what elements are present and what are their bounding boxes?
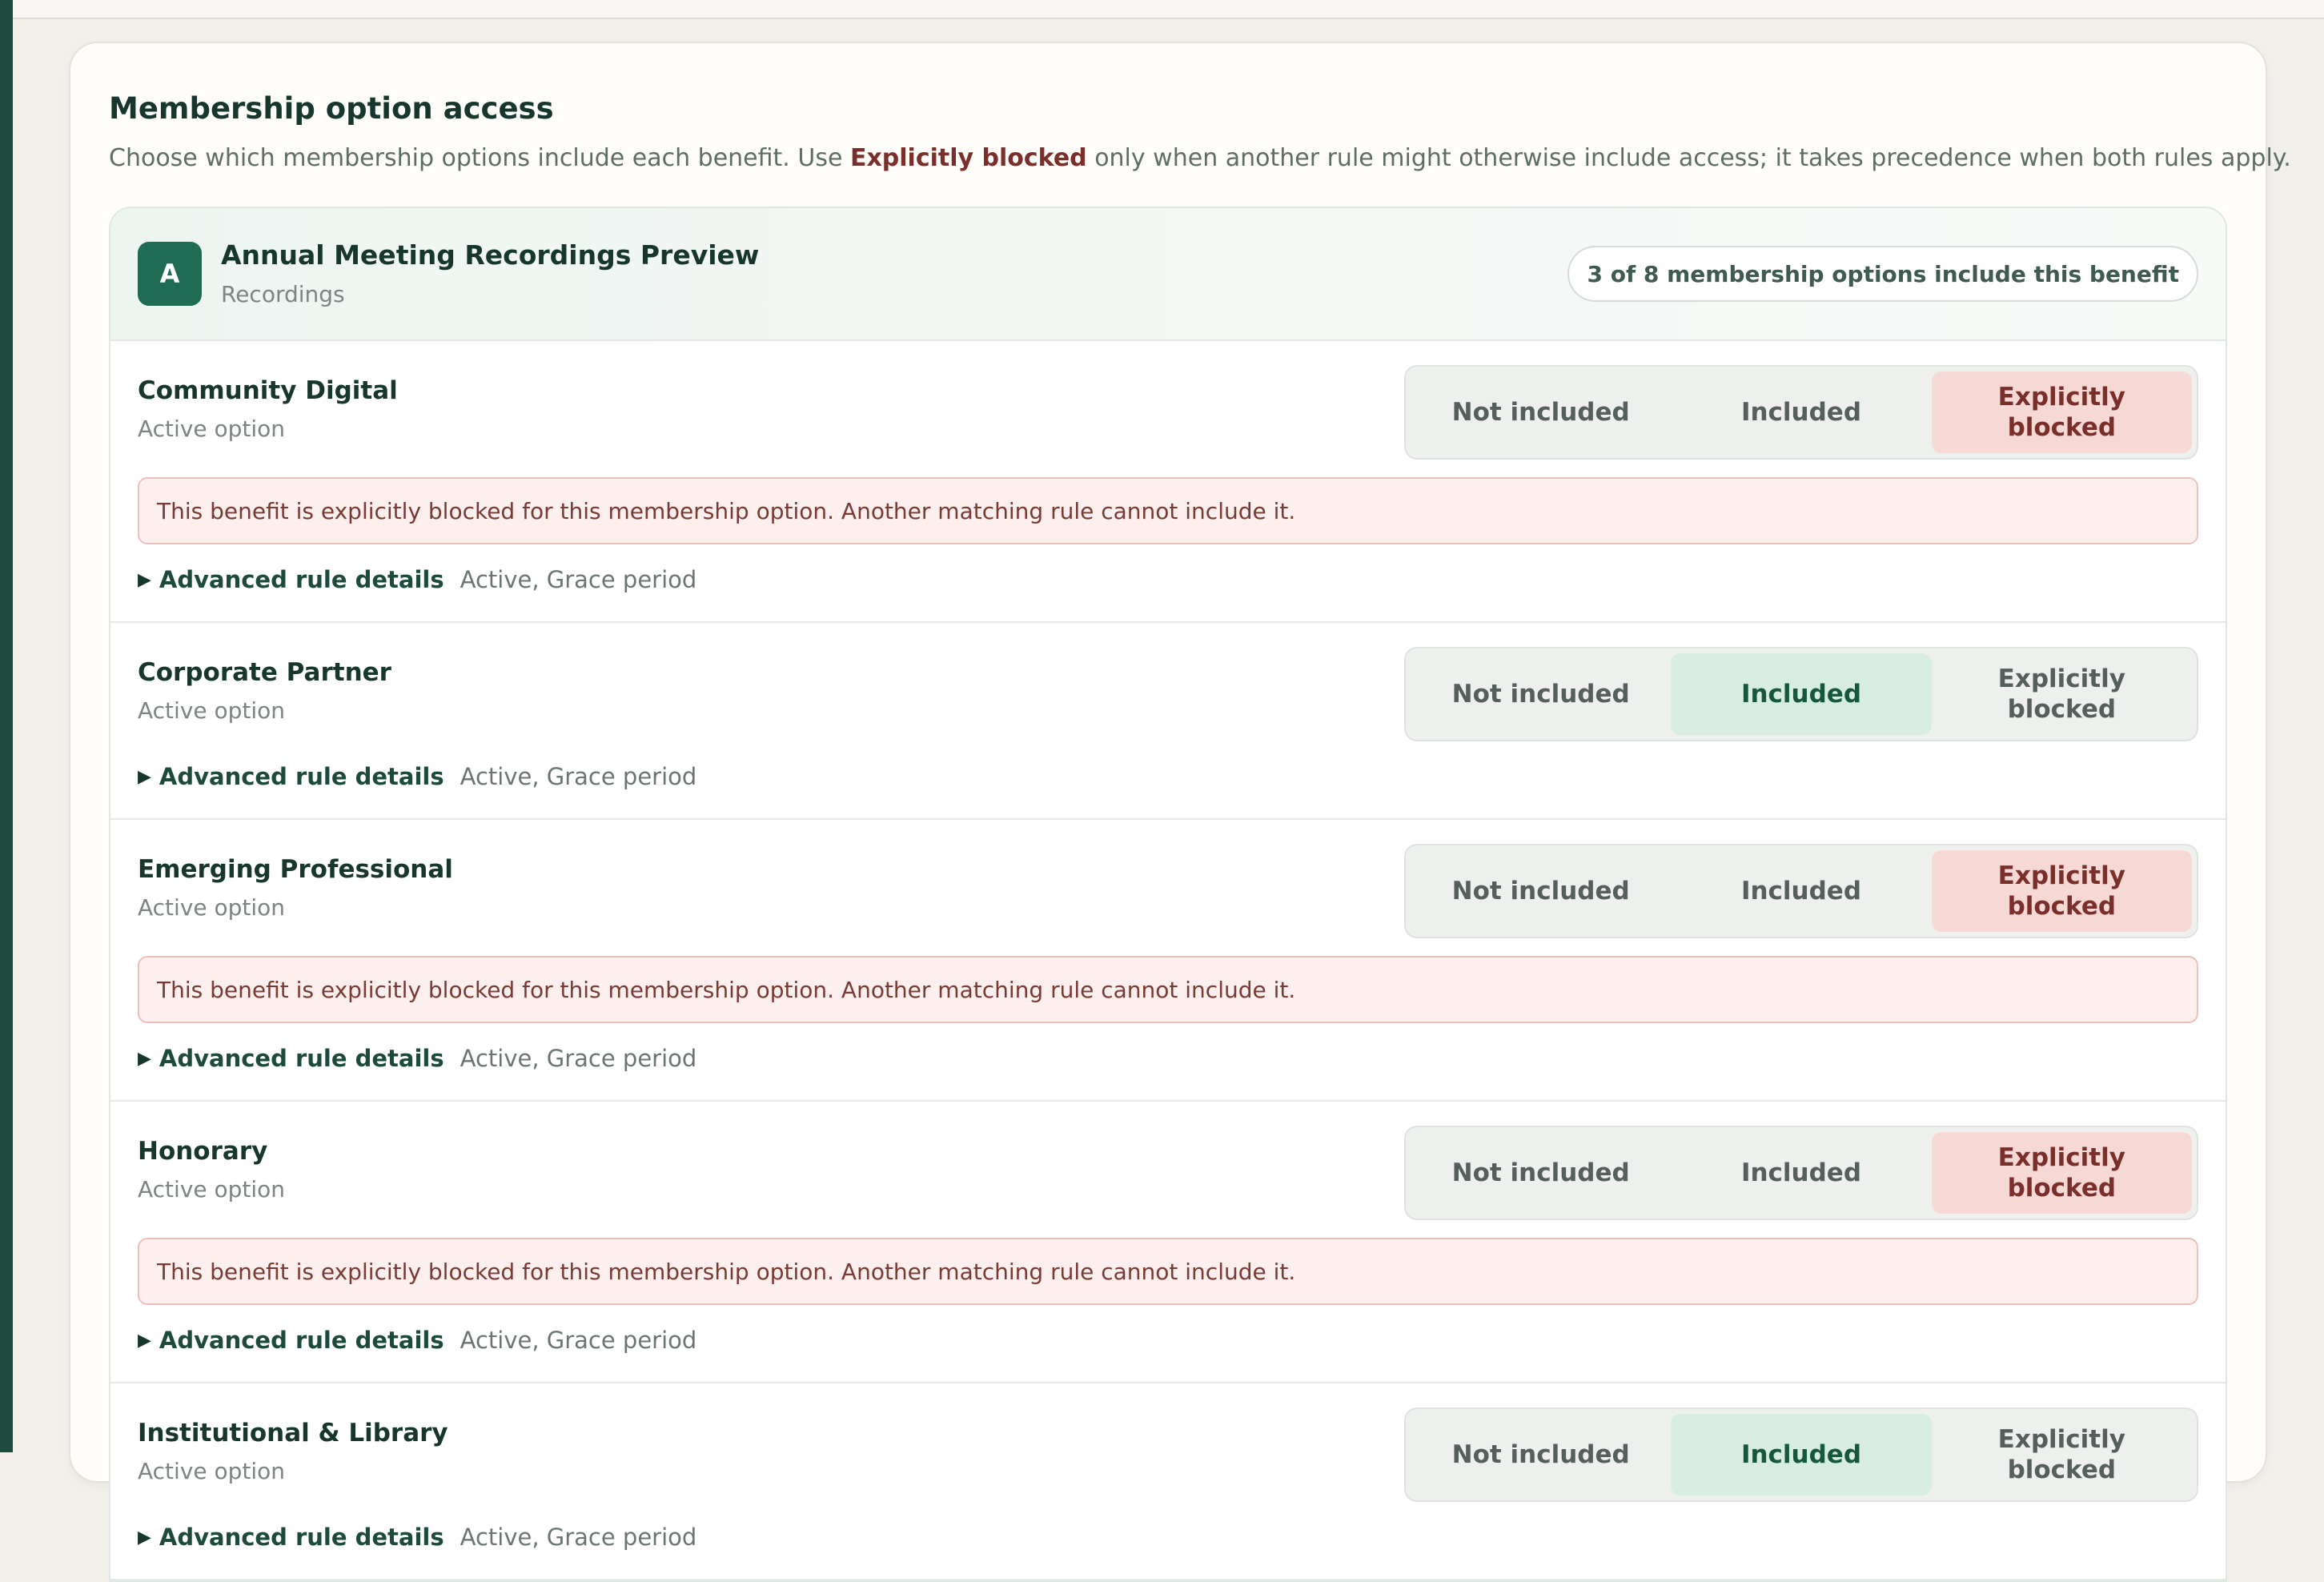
benefit-category: Recordings (221, 281, 345, 307)
option-status: Active option (138, 1458, 286, 1484)
disclosure-triangle-icon: ▶ (138, 1527, 151, 1548)
option-row: Emerging Professional Active option Not … (110, 820, 2226, 1102)
segment-explicitly-blocked[interactable]: Explicitly blocked (1932, 653, 2192, 735)
segment-included[interactable]: Included (1671, 1414, 1932, 1496)
option-row: Institutional & Library Active option No… (110, 1383, 2226, 1580)
segment-not-included[interactable]: Not included (1411, 850, 1671, 932)
advanced-rule-details-toggle[interactable]: ▶ Advanced rule details Active, Grace pe… (138, 1041, 2198, 1076)
segment-not-included[interactable]: Not included (1411, 1132, 1671, 1214)
segment-included[interactable]: Included (1671, 850, 1931, 932)
advanced-rule-details-label: Advanced rule details (159, 1045, 444, 1072)
option-status: Active option (138, 697, 286, 724)
segment-not-included[interactable]: Not included (1411, 1414, 1671, 1496)
option-row: Community Digital Active option Not incl… (110, 341, 2226, 623)
segment-explicitly-blocked[interactable]: Explicitly blocked (1931, 371, 2192, 453)
option-name: Corporate Partner (138, 658, 391, 687)
disclosure-triangle-icon: ▶ (138, 569, 151, 590)
disclosure-triangle-icon: ▶ (138, 1330, 151, 1351)
advanced-rule-details-toggle[interactable]: ▶ Advanced rule details Active, Grace pe… (138, 1323, 2198, 1358)
disclosure-triangle-icon: ▶ (138, 766, 151, 787)
blocked-alert: This benefit is explicitly blocked for t… (138, 1238, 2198, 1305)
segment-not-included[interactable]: Not included (1411, 371, 1671, 453)
segment-included[interactable]: Included (1671, 653, 1932, 735)
advanced-rule-details-toggle[interactable]: ▶ Advanced rule details Active, Grace pe… (138, 759, 2198, 794)
benefit-avatar: A (138, 242, 202, 306)
segment-included[interactable]: Included (1671, 1132, 1931, 1214)
left-rail (0, 0, 13, 1452)
segment-not-included[interactable]: Not included (1411, 653, 1671, 735)
advanced-rule-details-label: Advanced rule details (159, 763, 444, 790)
option-info: Emerging Professional Active option (138, 844, 453, 924)
option-name: Emerging Professional (138, 855, 453, 884)
benefit-header: A Annual Meeting Recordings Preview Reco… (110, 208, 2226, 341)
option-info: Institutional & Library Active option (138, 1407, 448, 1488)
access-segmented-control: Not included Included Explicitly blocked (1404, 1407, 2198, 1502)
top-bar (13, 0, 2324, 19)
option-status: Active option (138, 894, 286, 921)
option-info: Community Digital Active option (138, 365, 398, 445)
desc-before: Choose which membership options include … (109, 144, 850, 172)
option-row: Corporate Partner Active option Not incl… (110, 623, 2226, 820)
benefit-panel: A Annual Meeting Recordings Preview Reco… (109, 207, 2227, 1582)
advanced-rule-details-value: Active, Grace period (460, 763, 697, 790)
access-segmented-control: Not included Included Explicitly blocked (1404, 844, 2198, 938)
disclosure-triangle-icon: ▶ (138, 1048, 151, 1069)
segment-explicitly-blocked[interactable]: Explicitly blocked (1931, 850, 2192, 932)
access-segmented-control: Not included Included Explicitly blocked (1404, 365, 2198, 460)
section-description: Choose which membership options include … (109, 141, 2291, 176)
benefit-heading: Annual Meeting Recordings Preview Record… (221, 237, 1567, 311)
advanced-rule-details-value: Active, Grace period (460, 1327, 697, 1354)
option-name: Institutional & Library (138, 1419, 448, 1447)
option-info: Honorary Active option (138, 1126, 285, 1206)
advanced-rule-details-label: Advanced rule details (159, 1327, 444, 1354)
desc-strong: Explicitly blocked (849, 144, 1087, 172)
option-status: Active option (138, 416, 286, 442)
segment-explicitly-blocked[interactable]: Explicitly blocked (1931, 1132, 2192, 1214)
option-row: Honorary Active option Not included Incl… (110, 1102, 2226, 1383)
benefit-name: Annual Meeting Recordings Preview (221, 239, 760, 271)
included-count-badge: 3 of 8 membership options include this b… (1567, 246, 2198, 302)
advanced-rule-details-label: Advanced rule details (159, 1524, 444, 1551)
option-name: Honorary (138, 1137, 268, 1166)
advanced-rule-details-value: Active, Grace period (460, 1524, 697, 1551)
option-status: Active option (138, 1176, 286, 1203)
membership-access-card: Membership option access Choose which me… (69, 42, 2291, 1582)
option-name: Community Digital (138, 376, 398, 405)
option-info: Corporate Partner Active option (138, 647, 391, 727)
advanced-rule-details-value: Active, Grace period (460, 1045, 697, 1072)
blocked-alert: This benefit is explicitly blocked for t… (138, 956, 2198, 1023)
blocked-alert: This benefit is explicitly blocked for t… (138, 477, 2198, 544)
segment-explicitly-blocked[interactable]: Explicitly blocked (1932, 1414, 2192, 1496)
section-title: Membership option access (109, 91, 554, 126)
advanced-rule-details-toggle[interactable]: ▶ Advanced rule details Active, Grace pe… (138, 562, 2198, 597)
advanced-rule-details-value: Active, Grace period (460, 566, 697, 593)
access-segmented-control: Not included Included Explicitly blocked (1404, 1126, 2198, 1220)
advanced-rule-details-label: Advanced rule details (159, 566, 444, 593)
access-segmented-control: Not included Included Explicitly blocked (1404, 647, 2198, 741)
segment-included[interactable]: Included (1671, 371, 1931, 453)
advanced-rule-details-toggle[interactable]: ▶ Advanced rule details Active, Grace pe… (138, 1520, 2198, 1555)
option-list: Community Digital Active option Not incl… (110, 341, 2226, 1580)
desc-after: only when another rule might otherwise i… (1086, 144, 2291, 172)
